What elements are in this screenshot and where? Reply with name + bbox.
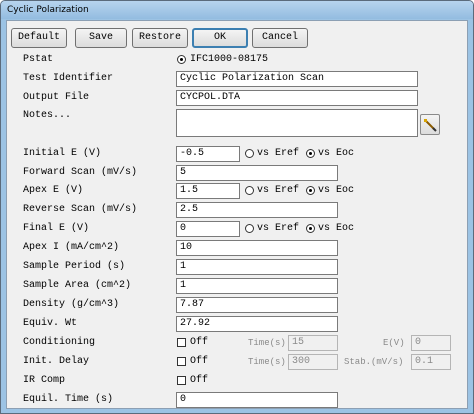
final-e-vs-eref-label: vs Eref xyxy=(257,223,300,234)
pencil-icon xyxy=(424,119,437,132)
density-label: Density (g/cm^3) xyxy=(23,299,120,310)
test-identifier-input[interactable]: Cyclic Polarization Scan xyxy=(176,71,418,87)
forward-scan-input[interactable]: 5 xyxy=(176,165,338,181)
window-frame-right xyxy=(468,20,473,409)
reverse-scan-input[interactable]: 2.5 xyxy=(176,202,338,218)
apex-e-vs-eoc-radio[interactable] xyxy=(306,186,315,195)
initial-e-label: Initial E (V) xyxy=(23,148,102,159)
init-delay-stab-input[interactable]: 0.1 xyxy=(411,354,451,370)
final-e-vs-eref-radio[interactable] xyxy=(245,224,254,233)
reverse-scan-label: Reverse Scan (mV/s) xyxy=(23,204,138,215)
final-e-vs-eoc-label: vs Eoc xyxy=(318,223,355,234)
sample-area-label: Sample Area (cm^2) xyxy=(23,280,132,291)
notes-edit-button[interactable] xyxy=(420,114,440,135)
ir-comp-toggle-label: Off xyxy=(190,375,209,386)
final-e-label: Final E (V) xyxy=(23,223,90,234)
init-delay-time-input[interactable]: 300 xyxy=(288,354,338,370)
pstat-label: Pstat xyxy=(23,54,54,65)
init-delay-stab-label: Stab.(mV/s) xyxy=(344,357,404,367)
sample-area-input[interactable]: 1 xyxy=(176,278,338,294)
pstat-radio[interactable] xyxy=(177,55,186,64)
conditioning-label: Conditioning xyxy=(23,337,96,348)
initial-e-vs-eoc-radio[interactable] xyxy=(306,149,315,158)
equiv-wt-label: Equiv. Wt xyxy=(23,318,78,329)
save-button[interactable]: Save xyxy=(75,28,127,48)
output-file-label: Output File xyxy=(23,92,90,103)
conditioning-checkbox[interactable] xyxy=(177,338,186,347)
conditioning-e-input[interactable]: 0 xyxy=(411,335,451,351)
ok-button[interactable]: OK xyxy=(192,28,248,48)
conditioning-e-label: E(V) xyxy=(383,338,405,348)
initial-e-input[interactable]: -0.5 xyxy=(176,146,240,162)
apex-e-vs-eref-label: vs Eref xyxy=(257,185,300,196)
apex-i-input[interactable]: 10 xyxy=(176,240,338,256)
apex-e-input[interactable]: 1.5 xyxy=(176,183,240,199)
cancel-button[interactable]: Cancel xyxy=(252,28,308,48)
initial-e-vs-eref-radio[interactable] xyxy=(245,149,254,158)
test-identifier-label: Test Identifier xyxy=(23,73,114,84)
equil-time-label: Equil. Time (s) xyxy=(23,394,114,405)
init-delay-toggle-label: Off xyxy=(190,356,209,367)
notes-textarea[interactable] xyxy=(176,109,418,137)
dialog-window: Cyclic Polarization Default Save Restore… xyxy=(0,0,474,414)
window-title: Cyclic Polarization xyxy=(1,1,473,19)
sample-period-input[interactable]: 1 xyxy=(176,259,338,275)
default-button[interactable]: Default xyxy=(11,28,67,48)
initial-e-vs-eref-label: vs Eref xyxy=(257,148,300,159)
conditioning-time-label: Time(s) xyxy=(248,338,286,348)
apex-i-label: Apex I (mA/cm^2) xyxy=(23,242,120,253)
ir-comp-checkbox[interactable] xyxy=(177,376,186,385)
forward-scan-label: Forward Scan (mV/s) xyxy=(23,167,138,178)
final-e-input[interactable]: 0 xyxy=(176,221,240,237)
restore-button[interactable]: Restore xyxy=(132,28,188,48)
sample-period-label: Sample Period (s) xyxy=(23,261,126,272)
notes-label: Notes... xyxy=(23,110,72,121)
density-input[interactable]: 7.87 xyxy=(176,297,338,313)
init-delay-label: Init. Delay xyxy=(23,356,90,367)
initial-e-vs-eoc-label: vs Eoc xyxy=(318,148,355,159)
apex-e-label: Apex E (V) xyxy=(23,185,84,196)
dialog-client-area: Default Save Restore OK Cancel Pstat IFC… xyxy=(6,20,468,409)
equil-time-input[interactable]: 0 xyxy=(176,392,338,408)
apex-e-vs-eoc-label: vs Eoc xyxy=(318,185,355,196)
ir-comp-label: IR Comp xyxy=(23,375,66,386)
equiv-wt-input[interactable]: 27.92 xyxy=(176,316,338,332)
conditioning-time-input[interactable]: 15 xyxy=(288,335,338,351)
pstat-value: IFC1000-08175 xyxy=(190,54,269,65)
conditioning-toggle-label: Off xyxy=(190,337,209,348)
apex-e-vs-eref-radio[interactable] xyxy=(245,186,254,195)
final-e-vs-eoc-radio[interactable] xyxy=(306,224,315,233)
init-delay-checkbox[interactable] xyxy=(177,357,186,366)
output-file-input[interactable]: CYCPOL.DTA xyxy=(176,90,418,106)
init-delay-time-label: Time(s) xyxy=(248,357,286,367)
